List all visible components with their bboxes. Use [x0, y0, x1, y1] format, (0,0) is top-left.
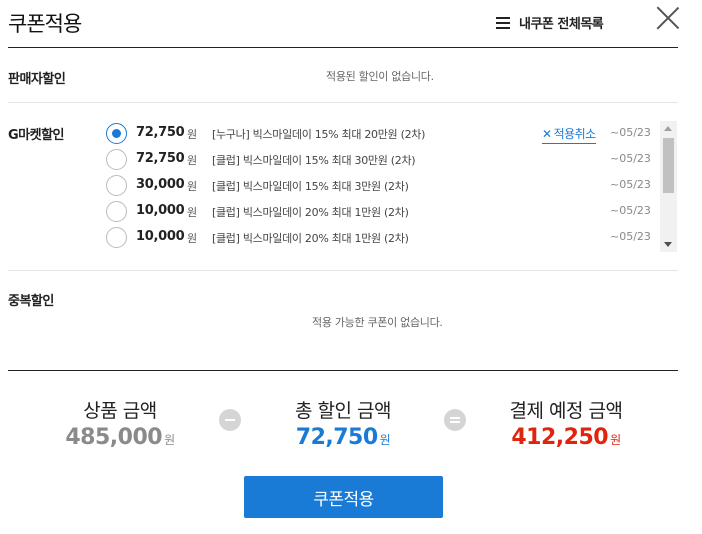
discount-amount-block: 총 할인 금액 72,750 원: [253, 396, 433, 450]
coupon-name: [클럽] 빅스마일데이 20% 최대 1만원 (2차): [212, 206, 409, 219]
coupon-amount: 30,000: [136, 177, 185, 192]
menu-icon: [496, 16, 510, 29]
cancel-apply-button[interactable]: ✕ 적용취소: [542, 125, 596, 144]
cancel-apply-label: 적용취소: [553, 127, 597, 141]
coupon-amount: 72,750: [136, 151, 185, 166]
coupon-expiry: ~05/23: [610, 178, 651, 191]
discount-amount-value: 72,750 원: [253, 425, 433, 450]
divider: [8, 270, 678, 271]
equals-icon: [444, 409, 466, 431]
gmarket-discount-label: G마켓할인: [8, 128, 65, 143]
dialog-title: 쿠폰적용: [8, 12, 82, 36]
coupon-unit: 원: [187, 180, 198, 193]
payment-amount-value: 412,250 원: [476, 425, 656, 450]
payment-amount-unit: 원: [610, 433, 621, 447]
coupon-row[interactable]: 10,000 원 [클럽] 빅스마일데이 20% 최대 1만원 (2차) ~05…: [100, 224, 660, 250]
coupon-amount: 72,750: [136, 125, 185, 140]
coupon-row[interactable]: 10,000 원 [클럽] 빅스마일데이 20% 최대 1만원 (2차) ~05…: [100, 198, 660, 224]
coupon-row[interactable]: 30,000 원 [클럽] 빅스마일데이 15% 최대 3만원 (2차) ~05…: [100, 172, 660, 198]
coupon-name: [클럽] 빅스마일데이 15% 최대 30만원 (2차): [212, 154, 416, 167]
scroll-thumb[interactable]: [663, 138, 674, 193]
coupon-row[interactable]: 72,750 원 [클럽] 빅스마일데이 15% 최대 30만원 (2차) ~0…: [100, 146, 660, 172]
close-icon: ✕: [542, 127, 552, 141]
product-amount-unit: 원: [164, 433, 175, 447]
coupon-expiry: ~05/23: [610, 152, 651, 165]
discount-amount-label: 총 할인 금액: [295, 400, 391, 422]
discount-amount-unit: 원: [379, 433, 391, 447]
product-amount-number: 485,000: [65, 425, 163, 450]
coupon-list: 72,750 원 [누구나] 빅스마일데이 15% 최대 20만원 (2차) ✕…: [100, 118, 678, 254]
minus-icon: [219, 409, 241, 431]
close-icon[interactable]: [656, 6, 680, 30]
scroll-up-arrow-icon[interactable]: [664, 126, 672, 131]
coupon-radio[interactable]: [106, 227, 127, 248]
summary-divider: [8, 370, 678, 371]
my-coupons-label: 내쿠폰 전체목록: [519, 17, 604, 32]
coupon-unit: 원: [187, 128, 198, 141]
apply-coupon-button[interactable]: 쿠폰적용: [244, 476, 443, 518]
payment-amount-number: 412,250: [511, 425, 609, 450]
duplicate-discount-empty: 적용 가능한 쿠폰이 없습니다.: [312, 316, 443, 329]
coupon-radio[interactable]: [106, 175, 127, 196]
coupon-row[interactable]: 72,750 원 [누구나] 빅스마일데이 15% 최대 20만원 (2차) ✕…: [100, 120, 660, 146]
coupon-radio[interactable]: [106, 201, 127, 222]
coupon-expiry: ~05/23: [610, 204, 651, 217]
divider: [8, 102, 678, 103]
coupon-unit: 원: [187, 154, 198, 167]
payment-amount-block: 결제 예정 금액 412,250 원: [476, 396, 656, 450]
coupon-expiry: ~05/23: [610, 230, 651, 243]
discount-amount-number: 72,750: [295, 425, 378, 450]
coupon-list-scrollbar[interactable]: [660, 121, 677, 252]
coupon-unit: 원: [187, 232, 198, 245]
payment-amount-label: 결제 예정 금액: [509, 400, 623, 422]
seller-discount-label: 판매자할인: [8, 72, 66, 87]
product-amount-block: 상품 금액 485,000 원: [30, 396, 210, 450]
coupon-name: [클럽] 빅스마일데이 20% 최대 1만원 (2차): [212, 232, 409, 245]
coupon-name: [클럽] 빅스마일데이 15% 최대 3만원 (2차): [212, 180, 409, 193]
dialog-header: 쿠폰적용 내쿠폰 전체목록: [8, 0, 678, 48]
product-amount-label: 상품 금액: [83, 400, 157, 422]
coupon-amount: 10,000: [136, 229, 185, 244]
product-amount-value: 485,000 원: [30, 425, 210, 450]
coupon-amount: 10,000: [136, 203, 185, 218]
scroll-down-arrow-icon[interactable]: [664, 242, 672, 247]
coupon-unit: 원: [187, 206, 198, 219]
coupon-radio[interactable]: [106, 149, 127, 170]
coupon-expiry: ~05/23: [610, 126, 651, 139]
seller-discount-empty: 적용된 할인이 없습니다.: [326, 70, 434, 83]
coupon-radio[interactable]: [106, 123, 127, 144]
my-coupons-link[interactable]: 내쿠폰 전체목록: [496, 13, 604, 32]
duplicate-discount-label: 중복할인: [8, 294, 54, 309]
coupon-name: [누구나] 빅스마일데이 15% 최대 20만원 (2차): [212, 128, 426, 141]
